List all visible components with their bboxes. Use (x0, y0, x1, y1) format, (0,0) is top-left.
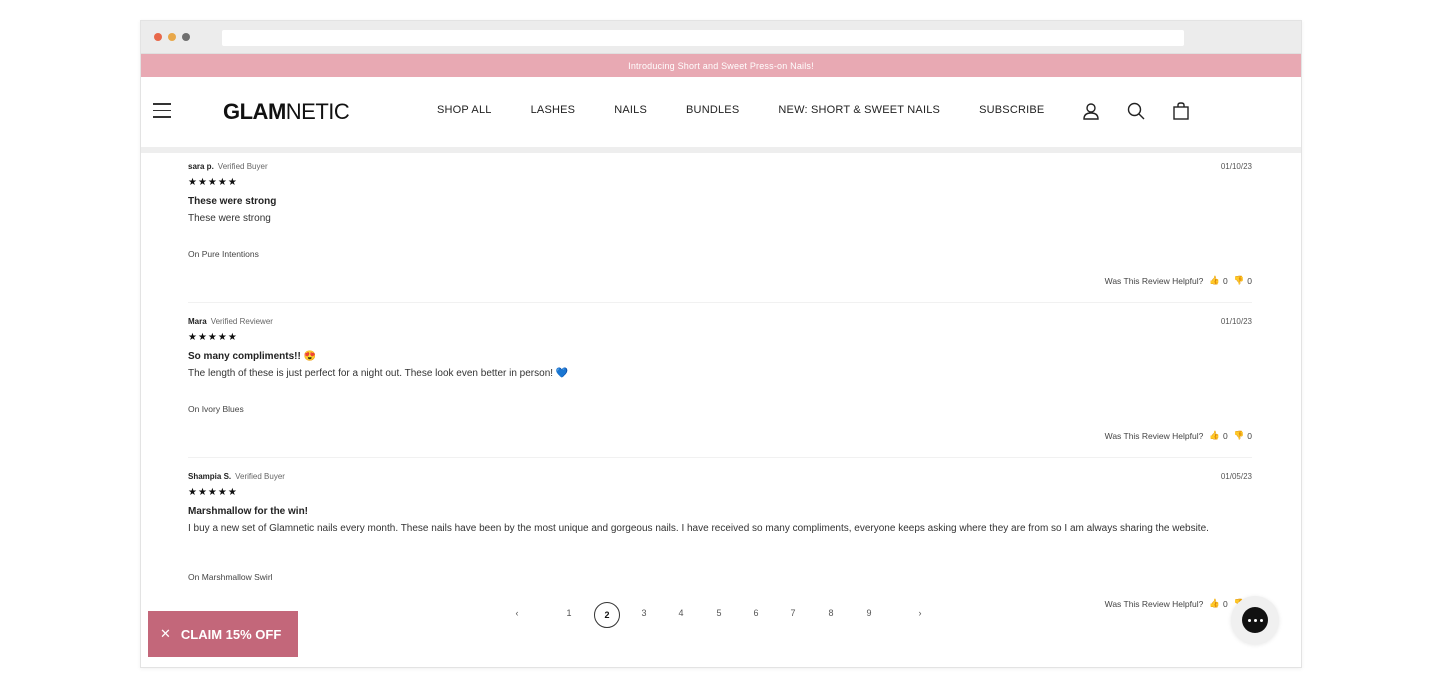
thumbs-up-icon: 👍 (1209, 275, 1220, 285)
logo-bold: GLAM (223, 99, 286, 124)
review-body: I buy a new set of Glamnetic nails every… (188, 523, 1209, 534)
vote-down-count: 0 (1247, 430, 1252, 441)
promo-text: Introducing Short and Sweet Press-on Nai… (628, 60, 814, 71)
browser-chrome (141, 21, 1301, 54)
vote-down-button[interactable]: 👎0 (1234, 430, 1252, 441)
search-icon[interactable] (1126, 101, 1146, 121)
close-window-icon[interactable] (154, 33, 162, 41)
review-date: 01/10/23 (1220, 162, 1252, 171)
thumbs-down-icon: 👎 (1233, 275, 1245, 285)
helpful-label: Was This Review Helpful? (1104, 275, 1204, 286)
claim-label: CLAIM 15% OFF (180, 626, 282, 642)
close-icon[interactable]: ✕ (160, 626, 171, 642)
nav-nails[interactable]: NAILS (614, 104, 647, 116)
review-header: Mara Verified Reviewer (188, 317, 273, 326)
pagination: ‹ 1 2 3 4 5 6 7 (370, 600, 796, 632)
review-body: The length of these is just perfect for … (188, 368, 569, 379)
maximize-window-icon[interactable] (182, 33, 190, 41)
vote-down-count: 0 (1247, 275, 1252, 286)
review-title: So many compliments!! 😍 (188, 351, 317, 362)
logo-light: NETIC (285, 99, 350, 124)
review-badge: Verified Reviewer (210, 317, 273, 326)
thumbs-up-icon: 👍 (1209, 430, 1220, 440)
nav-short-sweet-nails[interactable]: NEW: SHORT & SWEET NAILS (778, 104, 940, 116)
account-icon[interactable] (1081, 101, 1101, 121)
thumbs-up-icon: 👍 (1209, 598, 1220, 608)
review-badge: Verified Buyer (235, 472, 285, 481)
vote-up-button[interactable]: 👍 0 (1209, 275, 1227, 286)
nav-subscribe[interactable]: SUBSCRIBE (979, 104, 1044, 116)
star-rating: ★★★★★ (188, 332, 238, 343)
helpful-label: Was This Review Helpful? (1104, 430, 1204, 441)
claim-discount-button[interactable]: ✕ CLAIM 15% OFF (148, 611, 298, 657)
review-item: Shampia S. Verified Buyer 01/05/23 ★★★★★ … (188, 458, 1252, 618)
review-date: 01/05/23 (1220, 472, 1252, 481)
promo-banner[interactable]: Introducing Short and Sweet Press-on Nai… (141, 54, 1301, 77)
chat-bubble-icon (1242, 607, 1268, 633)
pagination-tail: 8 9 › (790, 600, 940, 632)
vote-up-count: 0 (1222, 430, 1228, 441)
vote-up-button[interactable]: 👍 0 (1209, 598, 1227, 609)
review-header: Shampia S. Verified Buyer (188, 472, 285, 481)
nav-lashes[interactable]: LASHES (531, 104, 576, 116)
menu-icon[interactable] (153, 103, 171, 118)
minimize-window-icon[interactable] (168, 33, 176, 41)
review-author: Shampia S. (188, 472, 232, 481)
review-date: 01/10/23 (1220, 317, 1252, 326)
page-link[interactable]: 8 (824, 608, 838, 618)
thumbs-down-icon: 👎 (1233, 430, 1245, 440)
pagination-prev[interactable]: ‹ (510, 608, 524, 618)
page-link[interactable]: 5 (712, 608, 726, 618)
chat-button[interactable] (1231, 596, 1279, 644)
review-product[interactable]: On Ivory Blues (188, 404, 244, 414)
helpful-row: Was This Review Helpful? 👍0 👎0 (1105, 598, 1252, 609)
main-nav: SHOP ALL LASHES NAILS BUNDLES NEW: SHORT… (437, 104, 1044, 116)
review-title: These were strong (188, 196, 277, 207)
helpful-label: Was This Review Helpful? (1104, 598, 1204, 609)
vote-up-count: 0 (1222, 598, 1228, 609)
review-item: sara p. Verified Buyer 01/10/23 ★★★★★ The… (188, 148, 1252, 303)
review-header: sara p. Verified Buyer (188, 162, 268, 171)
review-item: Mara Verified Reviewer 01/10/23 ★★★★★ So … (188, 303, 1252, 458)
page-link[interactable]: 9 (862, 608, 876, 618)
vote-down-button[interactable]: 👎0 (1234, 275, 1252, 286)
page-link[interactable]: 1 (562, 608, 576, 618)
star-rating: ★★★★★ (188, 177, 238, 188)
helpful-row: Was This Review Helpful? 👍0 👎0 (1105, 430, 1252, 441)
review-author: Mara (188, 317, 207, 326)
nav-bundles[interactable]: BUNDLES (686, 104, 739, 116)
review-badge: Verified Buyer (217, 162, 268, 171)
site-logo[interactable]: GLAMNETIC (223, 99, 350, 125)
nav-shop-all[interactable]: SHOP ALL (437, 104, 492, 116)
star-rating: ★★★★★ (188, 487, 238, 498)
page-link-active[interactable]: 2 (594, 602, 620, 628)
review-product[interactable]: On Marshmallow Swirl (188, 572, 273, 582)
review-author: sara p. (188, 162, 214, 171)
page-link[interactable]: 3 (637, 608, 651, 618)
reviews-container: sara p. Verified Buyer 01/10/23 ★★★★★ The… (188, 148, 1252, 618)
page-link[interactable]: 4 (674, 608, 688, 618)
review-product[interactable]: On Pure Intentions (188, 249, 259, 259)
page-link[interactable]: 6 (749, 608, 763, 618)
vote-up-button[interactable]: 👍 0 (1209, 430, 1227, 441)
pagination-next[interactable]: › (913, 608, 927, 618)
address-bar[interactable] (222, 30, 1184, 46)
vote-up-count: 0 (1222, 275, 1228, 286)
site-header: GLAMNETIC SHOP ALL LASHES NAILS BUNDLES … (141, 77, 1301, 153)
helpful-row: Was This Review Helpful? 👍0 👎0 (1105, 275, 1252, 286)
cart-icon[interactable] (1171, 101, 1191, 121)
review-title: Marshmallow for the win! (188, 506, 309, 517)
review-body: These were strong (188, 213, 271, 224)
